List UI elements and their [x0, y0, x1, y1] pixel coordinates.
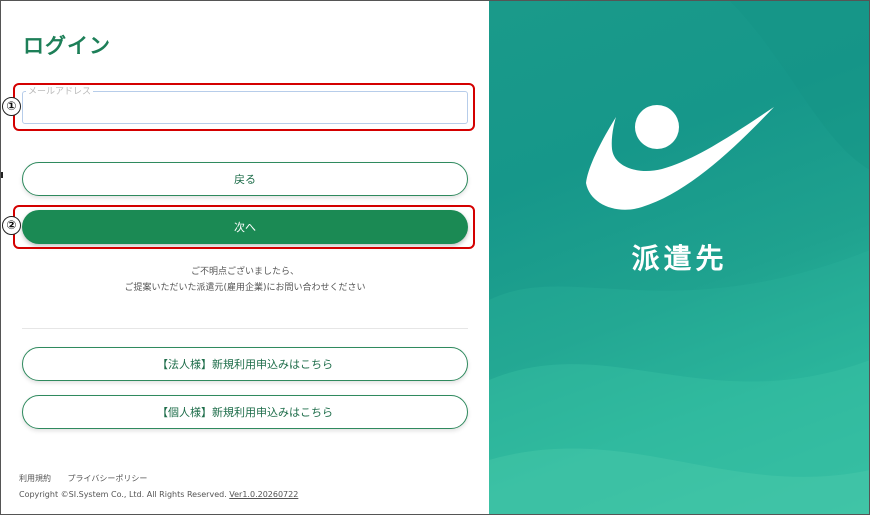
page-title: ログイン: [23, 34, 111, 58]
annotation-marker-2: ②: [2, 216, 21, 235]
brand-name: 派遣先: [631, 242, 728, 275]
corporate-signup-button[interactable]: 【法人様】新規利用申込みはこちら: [22, 347, 468, 381]
divider: [22, 328, 468, 329]
help-note-line1: ご不明点ございましたら、: [190, 267, 299, 277]
copyright-text: Copyright ©SI.System Co., Ltd. All Right…: [19, 490, 227, 499]
annotation-marker-1: ①: [2, 97, 21, 116]
footer-links: 利用規約 プライバシーポリシー: [19, 473, 161, 484]
terms-link[interactable]: 利用規約: [19, 474, 51, 483]
back-button[interactable]: 戻る: [22, 162, 468, 196]
version-link[interactable]: Ver1.0.20260722: [229, 490, 298, 499]
individual-signup-button[interactable]: 【個人様】新規利用申込みはこちら: [22, 395, 468, 429]
annotation-box-2: [13, 205, 475, 249]
privacy-link[interactable]: プライバシーポリシー: [68, 474, 148, 483]
login-panel: ログイン メールアドレス 戻る 次へ ご不明点ございましたら、 ご提案いただいた…: [0, 0, 489, 515]
copyright: Copyright ©SI.System Co., Ltd. All Right…: [19, 490, 298, 499]
company-logo-icon: [586, 105, 774, 210]
annotation-box-1: [13, 83, 475, 131]
edge-marker: [0, 172, 3, 178]
help-note-line2: ご提案いただいた派遣元(雇用企業)にお問い合わせください: [124, 283, 366, 293]
